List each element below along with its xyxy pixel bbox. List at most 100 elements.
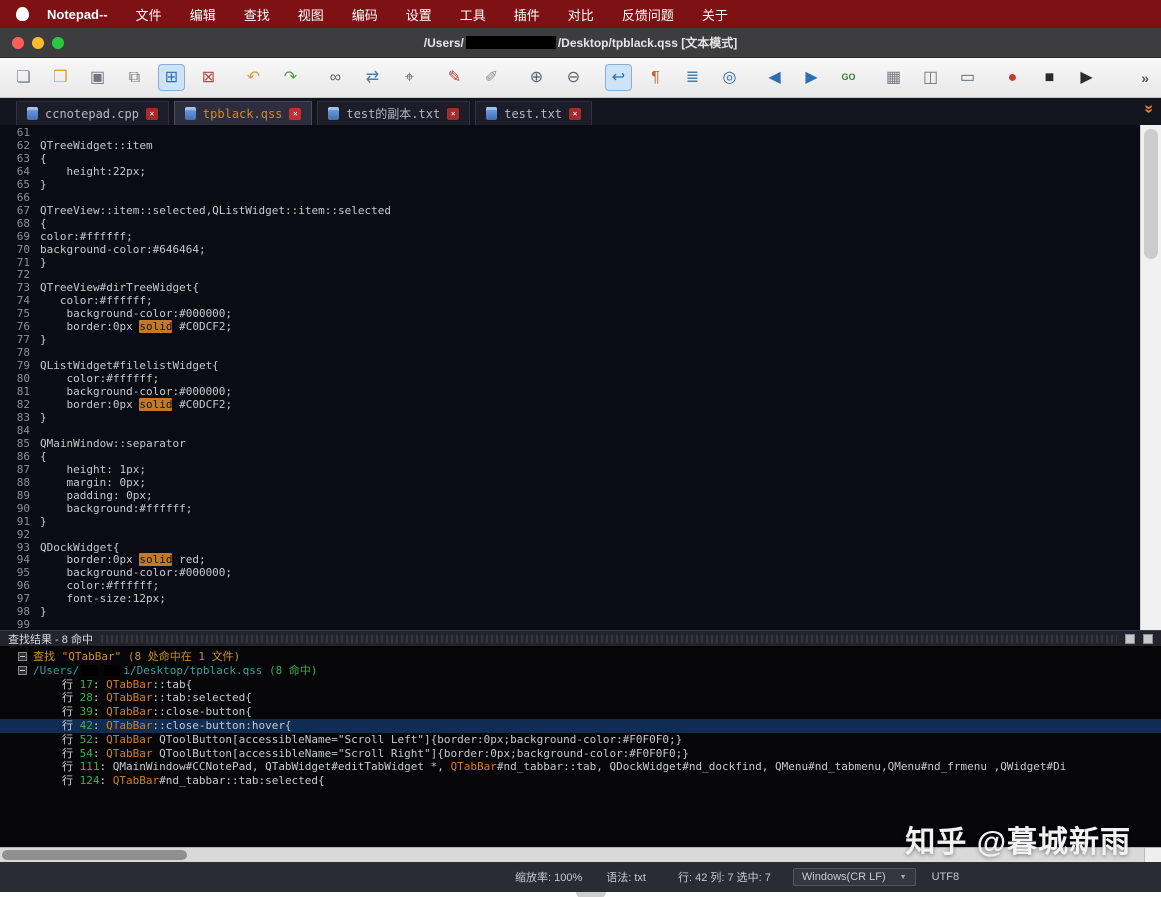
editor[interactable]: 6162QTreeWidget::item63{64 height:22px;6… bbox=[0, 125, 1161, 630]
tab-close-button[interactable]: ✕ bbox=[447, 108, 459, 120]
code-text: } bbox=[40, 412, 47, 425]
toolbar-overflow-icon[interactable]: » bbox=[1141, 70, 1151, 86]
result-separator: : bbox=[93, 678, 106, 692]
result-separator: : bbox=[100, 760, 113, 774]
stop-macro-button[interactable]: ■ bbox=[1036, 64, 1063, 91]
code-line: 86{ bbox=[0, 451, 1161, 464]
mark-button[interactable]: ✎ bbox=[441, 64, 468, 91]
open-file-button[interactable]: ❒ bbox=[47, 64, 74, 91]
record-macro-button[interactable]: ● bbox=[999, 64, 1026, 91]
find-result-list: 行 17: QTabBar::tab{行 28: QTabBar::tab:se… bbox=[0, 678, 1161, 788]
close-file-button[interactable]: ⊠ bbox=[195, 64, 222, 91]
close-window-button[interactable] bbox=[12, 37, 24, 49]
editor-vscrollbar-thumb[interactable] bbox=[1144, 129, 1158, 259]
zoom-window-button[interactable] bbox=[52, 37, 64, 49]
find-result-row[interactable]: 行 52: QTabBar QToolButton[accessibleName… bbox=[0, 733, 1161, 747]
show-symbol-button[interactable]: ¶ bbox=[642, 64, 669, 91]
find-summary-row[interactable]: 查找 "QTabBar" (8 处命中在 1 文件) bbox=[0, 650, 1161, 664]
line-ending-value: Windows(CR LF) bbox=[802, 871, 886, 883]
minimize-window-button[interactable] bbox=[32, 37, 44, 49]
find-result-row[interactable]: 行 17: QTabBar::tab{ bbox=[0, 678, 1161, 692]
menu-item[interactable]: 对比 bbox=[568, 5, 594, 24]
replace-icon: ⇄ bbox=[366, 70, 379, 86]
collapse-icon[interactable] bbox=[18, 666, 27, 675]
menu-item[interactable]: 工具 bbox=[460, 5, 486, 24]
screen-button[interactable]: ▭ bbox=[954, 64, 981, 91]
find-result-row[interactable]: 行 111: QMainWindow#CCNotePad, QTabWidget… bbox=[0, 760, 1161, 774]
result-text: QTabBar::tab:selected{ bbox=[106, 691, 252, 705]
menu-item[interactable]: 查找 bbox=[244, 5, 270, 24]
find-result-row[interactable]: 行 28: QTabBar::tab:selected{ bbox=[0, 691, 1161, 705]
tab-close-button[interactable]: ✕ bbox=[146, 108, 158, 120]
zoom-out-button[interactable]: ⊖ bbox=[560, 64, 587, 91]
save-button[interactable]: ▣ bbox=[84, 64, 111, 91]
encoding-status: UTF8 bbox=[932, 871, 960, 883]
compare-icon: ▦ bbox=[886, 70, 901, 86]
menu-item[interactable]: 设置 bbox=[406, 5, 432, 24]
redo-button[interactable]: ↷ bbox=[277, 64, 304, 91]
file-list-button[interactable]: ⊞ bbox=[158, 64, 185, 91]
find-in-files-button[interactable]: ⌖ bbox=[396, 64, 423, 91]
result-separator: : bbox=[93, 691, 106, 705]
find-file-row[interactable]: /Users/ i/Desktop/tpblack.qss (8 命中) bbox=[0, 664, 1161, 678]
word-wrap-button[interactable]: ↩ bbox=[605, 64, 632, 91]
clear-mark-button[interactable]: ✐ bbox=[478, 64, 505, 91]
app-name[interactable]: Notepad-- bbox=[47, 7, 108, 22]
tab-test.txt[interactable]: test.txt✕ bbox=[475, 101, 592, 125]
find-summary: 查找 "QTabBar" (8 处命中在 1 文件) bbox=[33, 650, 240, 664]
close-file-icon: ⊠ bbox=[202, 70, 215, 86]
menu-item[interactable]: 插件 bbox=[514, 5, 540, 24]
dock-close-button[interactable] bbox=[1143, 634, 1153, 644]
tab-test的副本.txt[interactable]: test的副本.txt✕ bbox=[317, 101, 470, 125]
tab-overflow-icon[interactable]: » bbox=[1140, 105, 1158, 114]
code-line: 83} bbox=[0, 412, 1161, 425]
find-button[interactable]: ∞ bbox=[322, 64, 349, 91]
menu-item[interactable]: 编辑 bbox=[190, 5, 216, 24]
result-text: QTabBar#nd_tabbar::tab:selected{ bbox=[113, 774, 325, 788]
code-text: { bbox=[40, 153, 47, 166]
find-result-row[interactable]: 行 42: QTabBar::close-button:hover{ bbox=[0, 719, 1161, 733]
compare-button[interactable]: ▦ bbox=[880, 64, 907, 91]
menu-item[interactable]: 文件 bbox=[136, 5, 162, 24]
menu-item[interactable]: 反馈问题 bbox=[622, 5, 674, 24]
code-text: color:#ffffff; bbox=[40, 231, 133, 244]
save-all-button[interactable]: ⧉ bbox=[121, 64, 148, 91]
apple-icon[interactable] bbox=[16, 7, 29, 21]
watermark: 知乎 @暮城新雨 bbox=[905, 817, 1131, 861]
line-ending-dropdown[interactable]: Windows(CR LF) ▼ bbox=[793, 868, 916, 886]
run-macro-button[interactable]: ▶ bbox=[1073, 64, 1100, 91]
split-view-button[interactable]: ◫ bbox=[917, 64, 944, 91]
dock-float-button[interactable] bbox=[1125, 634, 1135, 644]
tab-close-button[interactable]: ✕ bbox=[289, 108, 301, 120]
file-path-prefix: /Users/ bbox=[33, 664, 79, 678]
horizontal-scrollbar-thumb[interactable] bbox=[2, 850, 187, 860]
tab-ccnotepad.cpp[interactable]: ccnotepad.cpp✕ bbox=[16, 101, 169, 125]
menu-item[interactable]: 视图 bbox=[298, 5, 324, 24]
back-icon: ◀ bbox=[768, 70, 780, 86]
forward-button[interactable]: ▶ bbox=[798, 64, 825, 91]
back-button[interactable]: ◀ bbox=[761, 64, 788, 91]
menu-item[interactable]: 关于 bbox=[702, 5, 728, 24]
open-file-icon: ❒ bbox=[53, 70, 67, 86]
indent-guide-button[interactable]: ≣ bbox=[679, 64, 706, 91]
target-button[interactable]: ◎ bbox=[716, 64, 743, 91]
tab-close-button[interactable]: ✕ bbox=[569, 108, 581, 120]
find-results-header: 查找结果 - 8 命中 bbox=[0, 630, 1161, 647]
zoom-in-button[interactable]: ⊕ bbox=[523, 64, 550, 91]
editor-vscrollbar[interactable] bbox=[1140, 125, 1161, 630]
dock-drag-handle[interactable] bbox=[101, 635, 1117, 643]
scrollbar-corner bbox=[1144, 848, 1161, 862]
new-file-button[interactable]: ❏ bbox=[10, 64, 37, 91]
find-result-row[interactable]: 行 39: QTabBar::close-button{ bbox=[0, 705, 1161, 719]
tab-tpblack.qss[interactable]: tpblack.qss✕ bbox=[174, 101, 312, 125]
collapse-icon[interactable] bbox=[18, 652, 27, 661]
find-result-row[interactable]: 行 124: QTabBar#nd_tabbar::tab:selected{ bbox=[0, 774, 1161, 788]
menu-item[interactable]: 编码 bbox=[352, 5, 378, 24]
save-all-icon: ⧉ bbox=[129, 70, 140, 86]
goto-line-button[interactable]: GO bbox=[835, 64, 862, 91]
find-result-row[interactable]: 行 54: QTabBar QToolButton[accessibleName… bbox=[0, 747, 1161, 761]
undo-button[interactable]: ↶ bbox=[240, 64, 267, 91]
screen: Notepad-- 文件 编辑 查找 视图 编码 设置 工具 插件 对比 反馈问题 关于 /User… bbox=[0, 0, 1161, 897]
code-line: 92 bbox=[0, 529, 1161, 542]
replace-button[interactable]: ⇄ bbox=[359, 64, 386, 91]
